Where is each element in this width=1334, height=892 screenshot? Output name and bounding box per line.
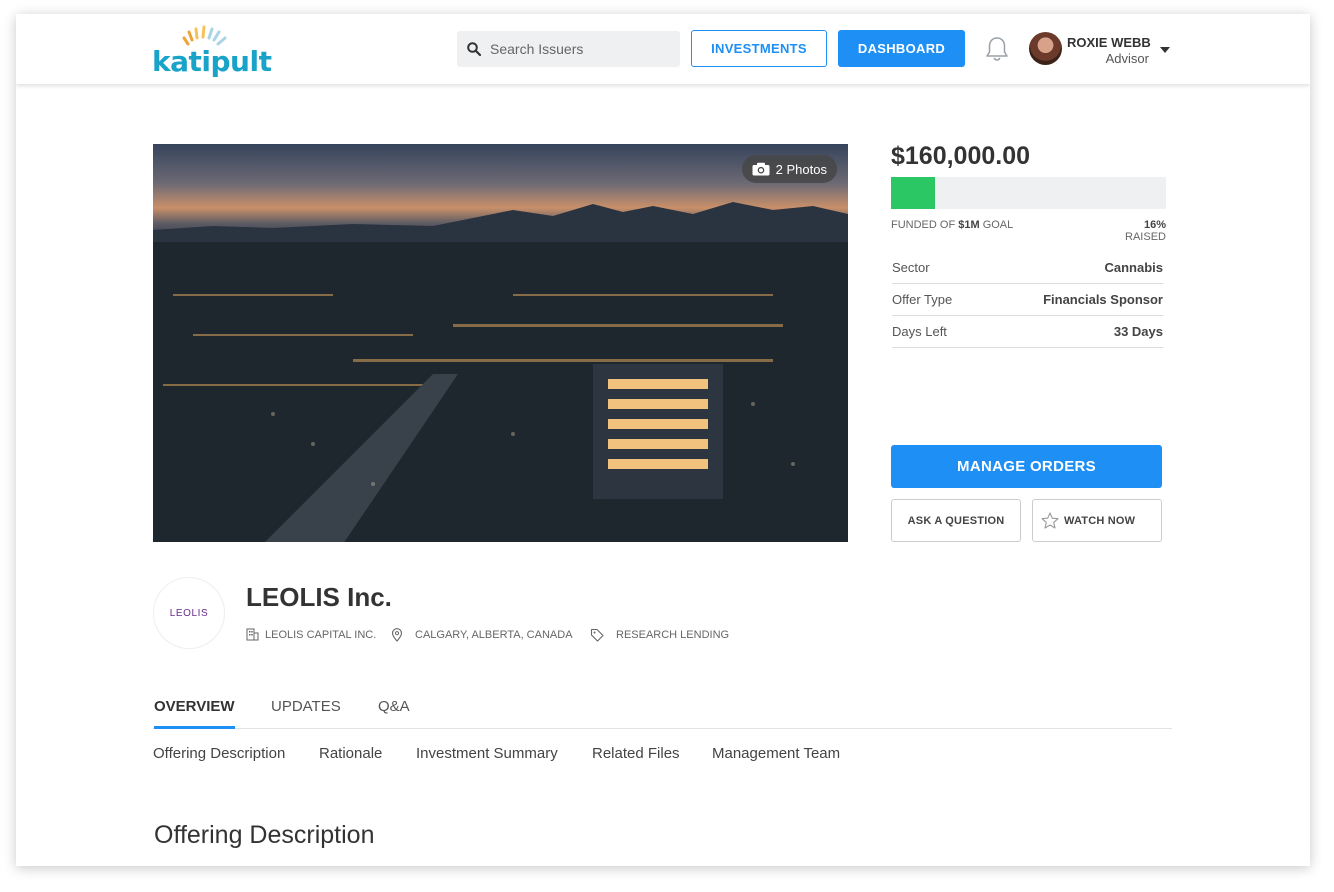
company-parent: LEOLIS CAPITAL INC.	[246, 628, 376, 641]
search-input[interactable]	[490, 41, 660, 57]
camera-icon	[752, 162, 770, 176]
building-icon	[246, 628, 259, 641]
katipult-logo[interactable]: katipult	[152, 22, 272, 78]
company-tag: RESEARCH LENDING	[590, 628, 729, 642]
city-aerial-image	[153, 202, 848, 542]
watch-now-button[interactable]: WATCH NOW	[1032, 499, 1162, 542]
tab-overview[interactable]: OVERVIEW	[154, 698, 235, 729]
section-title: Offering Description	[154, 821, 375, 849]
raised-percent-label: 16% RAISED	[1125, 219, 1166, 243]
offering-tabs: OVERVIEW UPDATES Q&A	[153, 698, 1172, 729]
subnav-investment-summary[interactable]: Investment Summary	[416, 745, 558, 762]
top-header: katipult INVESTMENTS DASHBOARD ROXIE WEB…	[16, 14, 1310, 84]
funded-amount: $160,000.00	[891, 142, 1031, 170]
user-role: Advisor	[1105, 51, 1149, 66]
user-name[interactable]: ROXIE WEBB	[1067, 35, 1151, 50]
logo-wordmark: katipult	[152, 45, 272, 78]
photos-count: 2 Photos	[775, 161, 827, 177]
tab-updates[interactable]: UPDATES	[271, 698, 341, 729]
funding-progress-fill	[891, 177, 935, 209]
watch-now-label: WATCH NOW	[1064, 514, 1136, 527]
page-frame: katipult INVESTMENTS DASHBOARD ROXIE WEB…	[16, 14, 1310, 866]
offering-photo[interactable]: 2 Photos	[153, 144, 848, 542]
sun-rays-icon	[182, 25, 227, 46]
tab-qa[interactable]: Q&A	[378, 698, 410, 729]
detail-row-offer-type: Offer Type Financials Sponsor	[892, 284, 1163, 316]
tag-icon	[590, 628, 604, 642]
bell-icon[interactable]	[984, 35, 1010, 63]
search-icon	[467, 42, 481, 56]
search-box[interactable]	[457, 31, 680, 67]
star-icon	[1041, 512, 1059, 529]
dashboard-button[interactable]: DASHBOARD	[838, 30, 965, 67]
ask-question-button[interactable]: ASK A QUESTION	[891, 499, 1021, 542]
user-avatar[interactable]	[1029, 32, 1062, 65]
investments-button[interactable]: INVESTMENTS	[691, 30, 827, 67]
manage-orders-button[interactable]: MANAGE ORDERS	[891, 445, 1162, 488]
location-pin-icon	[391, 628, 403, 642]
detail-row-sector: Sector Cannabis	[892, 252, 1163, 284]
offering-details: Sector Cannabis Offer Type Financials Sp…	[892, 252, 1163, 348]
company-location: CALGARY, ALBERTA, CANADA	[391, 628, 573, 642]
company-name: LEOLIS Inc.	[246, 582, 392, 612]
subnav-related-files[interactable]: Related Files	[592, 745, 680, 762]
funding-progress-bar	[891, 177, 1166, 209]
subnav-management-team[interactable]: Management Team	[712, 745, 840, 762]
subnav-offering-description[interactable]: Offering Description	[153, 745, 285, 762]
photos-badge[interactable]: 2 Photos	[741, 155, 837, 183]
subnav-rationale[interactable]: Rationale	[319, 745, 382, 762]
detail-row-days-left: Days Left 33 Days	[892, 316, 1163, 348]
funded-goal-label: FUNDED OF $1M GOAL	[891, 219, 1014, 231]
chevron-down-icon[interactable]	[1160, 47, 1170, 53]
company-logo: LEOLIS	[153, 577, 225, 649]
